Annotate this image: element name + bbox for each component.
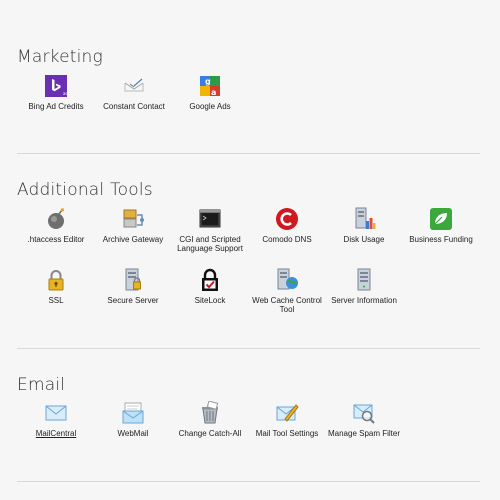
secure-server-icon bbox=[121, 268, 145, 292]
tool-cgi-scripted-language-support[interactable]: CGI and Scripted Language Support bbox=[170, 207, 250, 253]
section-divider bbox=[17, 481, 480, 482]
tool-label: Constant Contact bbox=[103, 102, 165, 111]
spam-filter-icon bbox=[352, 401, 376, 425]
tool-label: Business Funding bbox=[409, 235, 473, 244]
disk-usage-icon bbox=[352, 207, 376, 231]
tool-label: Manage Spam Filter bbox=[327, 429, 401, 438]
tool-label: Change Catch-All bbox=[178, 429, 242, 438]
tool-label: Web Cache Control Tool bbox=[252, 296, 322, 314]
terminal-icon bbox=[198, 207, 222, 231]
svg-text:ads: ads bbox=[63, 91, 68, 96]
tool-bing-ad-credits[interactable]: ads Bing Ad Credits bbox=[16, 74, 96, 111]
tool-label: Google Ads bbox=[189, 102, 231, 111]
svg-text:g: g bbox=[205, 77, 211, 86]
sitelock-icon bbox=[198, 268, 222, 292]
tool-constant-contact[interactable]: Constant Contact bbox=[94, 74, 174, 111]
tool-label: SiteLock bbox=[194, 296, 226, 305]
tool-webmail[interactable]: WebMail bbox=[93, 401, 173, 438]
tool-label: .htaccess Editor bbox=[27, 235, 85, 244]
tool-secure-server[interactable]: Secure Server bbox=[93, 268, 173, 305]
tool-manage-spam-filter[interactable]: Manage Spam Filter bbox=[324, 401, 404, 438]
tool-mail-tool-settings[interactable]: Mail Tool Settings bbox=[247, 401, 327, 438]
section-title-email: Email bbox=[17, 375, 66, 395]
tool-htaccess-editor[interactable]: .htaccess Editor bbox=[16, 207, 96, 244]
server-info-icon bbox=[352, 268, 376, 292]
google-ads-icon: ga bbox=[198, 74, 222, 98]
tool-label: Disk Usage bbox=[343, 235, 385, 244]
tool-change-catch-all[interactable]: Change Catch-All bbox=[170, 401, 250, 438]
tool-label: CGI and Scripted Language Support bbox=[177, 235, 243, 253]
tool-label: Archive Gateway bbox=[102, 235, 164, 244]
bing-icon: ads bbox=[44, 74, 68, 98]
tool-label: Mail Tool Settings bbox=[255, 429, 319, 438]
section-divider bbox=[17, 153, 480, 154]
tool-label: Secure Server bbox=[107, 296, 159, 305]
web-cache-icon bbox=[275, 268, 299, 292]
tool-label: WebMail bbox=[117, 429, 149, 438]
tool-archive-gateway[interactable]: Archive Gateway bbox=[93, 207, 173, 244]
trash-can-icon bbox=[198, 401, 222, 425]
padlock-icon bbox=[44, 268, 68, 292]
section-title-marketing: Marketing bbox=[17, 47, 103, 67]
tool-web-cache-control[interactable]: Web Cache Control Tool bbox=[247, 268, 327, 314]
tool-comodo-dns[interactable]: Comodo DNS bbox=[247, 207, 327, 244]
section-divider bbox=[17, 348, 480, 349]
tool-server-information[interactable]: Server Information bbox=[324, 268, 404, 305]
tool-google-ads[interactable]: ga Google Ads bbox=[170, 74, 250, 111]
tool-label: Bing Ad Credits bbox=[28, 102, 84, 111]
archive-gateway-icon bbox=[121, 207, 145, 231]
tool-business-funding[interactable]: Business Funding bbox=[401, 207, 481, 244]
mail-icon bbox=[44, 401, 68, 425]
bomb-icon bbox=[44, 207, 68, 231]
tool-mailcentral[interactable]: MailCentral bbox=[16, 401, 96, 438]
tool-label: Comodo DNS bbox=[262, 235, 312, 244]
envelope-check-icon bbox=[122, 74, 146, 98]
tool-disk-usage[interactable]: Disk Usage bbox=[324, 207, 404, 244]
tool-ssl[interactable]: SSL bbox=[16, 268, 96, 305]
tool-label: Server Information bbox=[331, 296, 397, 305]
tool-label: SSL bbox=[48, 296, 64, 305]
section-title-additional-tools: Additional Tools bbox=[17, 180, 153, 200]
webmail-icon bbox=[121, 401, 145, 425]
business-funding-icon bbox=[429, 207, 453, 231]
comodo-icon bbox=[275, 207, 299, 231]
svg-text:a: a bbox=[211, 88, 216, 97]
tool-sitelock[interactable]: SiteLock bbox=[170, 268, 250, 305]
mail-pencil-icon bbox=[275, 401, 299, 425]
tool-label: MailCentral bbox=[35, 429, 77, 438]
